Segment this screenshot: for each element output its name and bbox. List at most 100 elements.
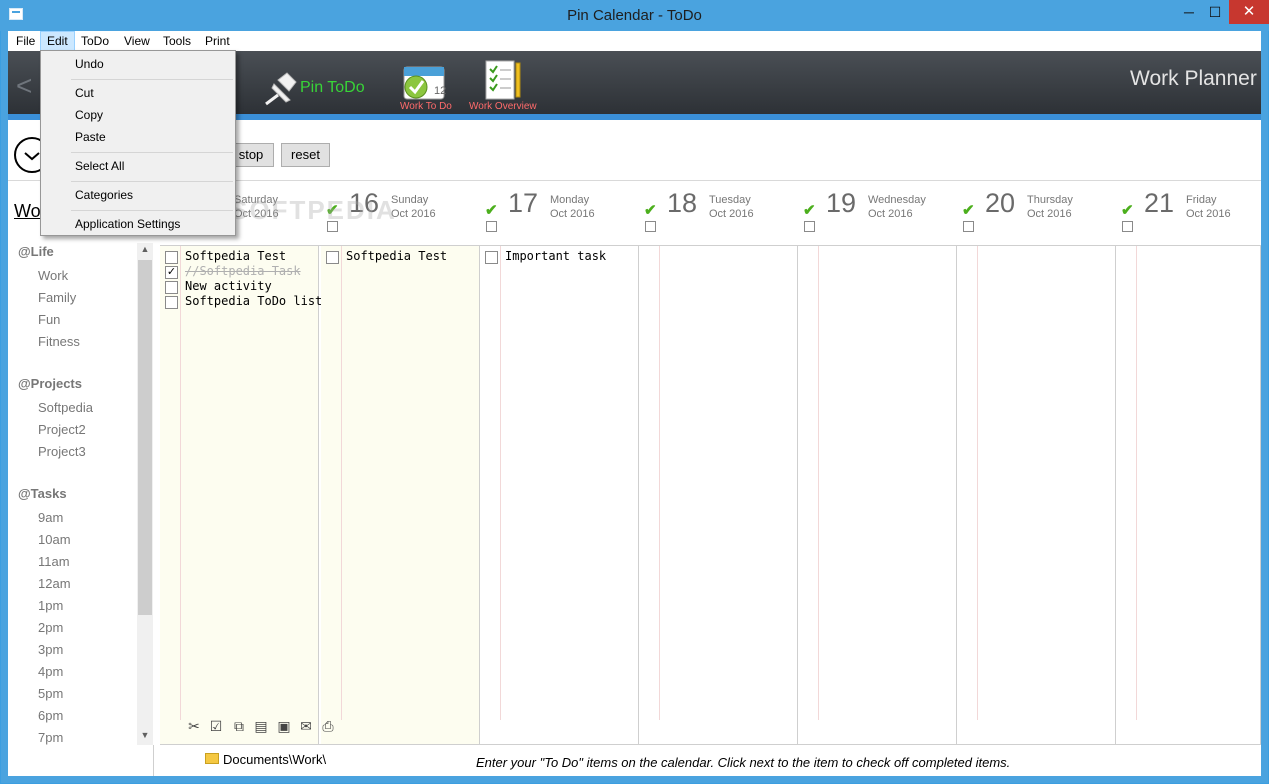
todo-text[interactable]: Softpedia ToDo list bbox=[185, 294, 322, 308]
previous-week-button[interactable]: < bbox=[16, 70, 32, 102]
sidebar-title[interactable]: Wo bbox=[14, 201, 41, 222]
printer-icon[interactable]: ⎙ bbox=[320, 718, 336, 734]
scroll-up-arrow-icon[interactable]: ▲ bbox=[137, 244, 153, 258]
sidebar-item-10am[interactable]: 10am bbox=[38, 532, 71, 547]
menu-edit[interactable]: Edit bbox=[40, 31, 75, 51]
menu-todo[interactable]: ToDo bbox=[75, 31, 115, 51]
day-checkbox[interactable] bbox=[963, 221, 974, 232]
sidebar-item-5pm[interactable]: 5pm bbox=[38, 686, 63, 701]
day-column[interactable] bbox=[639, 246, 798, 744]
todo-text[interactable]: Important task bbox=[505, 249, 606, 263]
day-checkbox[interactable] bbox=[486, 221, 497, 232]
todo-item[interactable]: New activity bbox=[165, 279, 316, 295]
day-name: Tuesday bbox=[709, 194, 751, 206]
status-divider bbox=[153, 745, 154, 776]
day-column[interactable] bbox=[957, 246, 1116, 744]
day-complete-check-icon: ✔ bbox=[803, 202, 816, 219]
menu-paste[interactable]: Paste bbox=[75, 130, 106, 144]
day-column[interactable]: Important task bbox=[480, 246, 639, 744]
close-button[interactable]: ✕ bbox=[1229, 0, 1269, 24]
day-column[interactable]: Softpedia Test ✓ //Softpedia Task New activ… bbox=[160, 246, 322, 744]
sidebar-item-11am[interactable]: 11am bbox=[38, 554, 70, 569]
menu-copy[interactable]: Copy bbox=[75, 108, 103, 122]
todo-text[interactable]: Softpedia Test bbox=[185, 249, 286, 263]
sidebar-item-project2[interactable]: Project2 bbox=[38, 422, 86, 437]
day-month: Oct 2016 bbox=[550, 208, 595, 220]
scroll-down-arrow-icon[interactable]: ▼ bbox=[137, 730, 153, 744]
sidebar-item-family[interactable]: Family bbox=[38, 290, 76, 305]
todo-text[interactable]: New activity bbox=[185, 279, 272, 293]
day-checkbox[interactable] bbox=[645, 221, 656, 232]
menu-select-all[interactable]: Select All bbox=[75, 159, 124, 173]
scrollbar-thumb[interactable] bbox=[138, 260, 152, 615]
day-column[interactable] bbox=[798, 246, 957, 744]
todo-text[interactable]: Softpedia Test bbox=[346, 249, 447, 263]
sidebar-item-12am[interactable]: 12am bbox=[38, 576, 71, 591]
minimize-button[interactable]: ─ bbox=[1176, 0, 1202, 24]
todo-checkbox[interactable] bbox=[165, 296, 178, 309]
maximize-button[interactable]: ☐ bbox=[1202, 0, 1228, 24]
menu-view[interactable]: View bbox=[118, 31, 156, 51]
todo-item[interactable]: Softpedia ToDo list bbox=[165, 294, 322, 310]
document-icon[interactable]: ▤ bbox=[253, 718, 269, 734]
sidebar-item-9am[interactable]: 9am bbox=[38, 510, 63, 525]
sidebar-item-fitness[interactable]: Fitness bbox=[38, 334, 80, 349]
todo-checkbox[interactable]: ✓ bbox=[165, 266, 178, 279]
todo-checkbox[interactable] bbox=[326, 251, 339, 264]
sidebar-group-projects[interactable]: @Projects bbox=[18, 376, 82, 391]
work-todo-calendar-icon[interactable]: 12 bbox=[402, 61, 446, 101]
todo-checkbox[interactable] bbox=[165, 251, 178, 264]
sidebar-item-project3[interactable]: Project3 bbox=[38, 444, 86, 459]
menu-tools[interactable]: Tools bbox=[157, 31, 197, 51]
todo-checkbox[interactable] bbox=[165, 281, 178, 294]
sidebar-item-fun[interactable]: Fun bbox=[38, 312, 60, 327]
sidebar-group-life[interactable]: @Life bbox=[18, 244, 54, 259]
sidebar-item-6pm[interactable]: 6pm bbox=[38, 708, 63, 723]
day-header: ✔ 20 Thursday Oct 2016 bbox=[957, 188, 1116, 245]
work-todo-label[interactable]: Work To Do bbox=[400, 101, 452, 112]
wrench-icon[interactable]: ✂ bbox=[186, 718, 202, 734]
sidebar-item-7pm[interactable]: 7pm bbox=[38, 730, 63, 745]
menu-cut[interactable]: Cut bbox=[75, 86, 94, 100]
sidebar-item-softpedia[interactable]: Softpedia bbox=[38, 400, 93, 415]
day-month: Oct 2016 bbox=[868, 208, 913, 220]
menu-file[interactable]: File bbox=[10, 31, 41, 51]
day-checkbox[interactable] bbox=[1122, 221, 1133, 232]
menu-categories[interactable]: Categories bbox=[75, 188, 133, 202]
copy-icon[interactable]: ⧉ bbox=[231, 718, 247, 734]
sidebar-item-3pm[interactable]: 3pm bbox=[38, 642, 63, 657]
todo-item[interactable]: Softpedia Test bbox=[326, 249, 477, 265]
menu-print[interactable]: Print bbox=[199, 31, 236, 51]
sidebar-item-work[interactable]: Work bbox=[38, 268, 68, 283]
todo-item[interactable]: Softpedia Test bbox=[165, 249, 316, 265]
todo-item[interactable]: Important task bbox=[485, 249, 636, 265]
email-icon[interactable]: ✉ bbox=[298, 718, 314, 734]
work-overview-label[interactable]: Work Overview bbox=[469, 101, 537, 112]
sidebar-group-tasks[interactable]: @Tasks bbox=[18, 486, 67, 501]
check-list-icon[interactable]: ☑ bbox=[208, 718, 224, 734]
reset-button[interactable]: reset bbox=[281, 143, 330, 167]
day-checkbox[interactable] bbox=[804, 221, 815, 232]
calendar-header-divider bbox=[160, 245, 1261, 246]
todo-item[interactable]: ✓ //Softpedia Task bbox=[165, 264, 316, 280]
day-header: ✔ 19 Wednesday Oct 2016 bbox=[798, 188, 957, 245]
sidebar-item-4pm[interactable]: 4pm bbox=[38, 664, 63, 679]
work-overview-checklist-icon[interactable] bbox=[484, 59, 522, 101]
menu-undo[interactable]: Undo bbox=[75, 57, 104, 71]
window-title: Pin Calendar - ToDo bbox=[567, 7, 702, 24]
day-complete-check-icon: ✔ bbox=[962, 202, 975, 219]
pin-icon[interactable] bbox=[262, 70, 300, 106]
day-number: 18 bbox=[667, 188, 698, 218]
day-column[interactable] bbox=[1116, 246, 1261, 744]
sidebar-item-1pm[interactable]: 1pm bbox=[38, 598, 63, 613]
todo-checkbox[interactable] bbox=[485, 251, 498, 264]
pin-todo-label[interactable]: Pin ToDo bbox=[300, 79, 365, 97]
day-month: Oct 2016 bbox=[709, 208, 754, 220]
watermark: SOFTPEDIA bbox=[230, 195, 397, 225]
sidebar-item-2pm[interactable]: 2pm bbox=[38, 620, 63, 635]
menu-application-settings[interactable]: Application Settings bbox=[75, 217, 180, 231]
day-column[interactable]: Softpedia Test bbox=[321, 246, 480, 744]
calendar-bottom-divider bbox=[160, 744, 1261, 745]
paste-icon[interactable]: ▣ bbox=[276, 718, 292, 734]
todo-text[interactable]: //Softpedia Task bbox=[185, 264, 301, 278]
